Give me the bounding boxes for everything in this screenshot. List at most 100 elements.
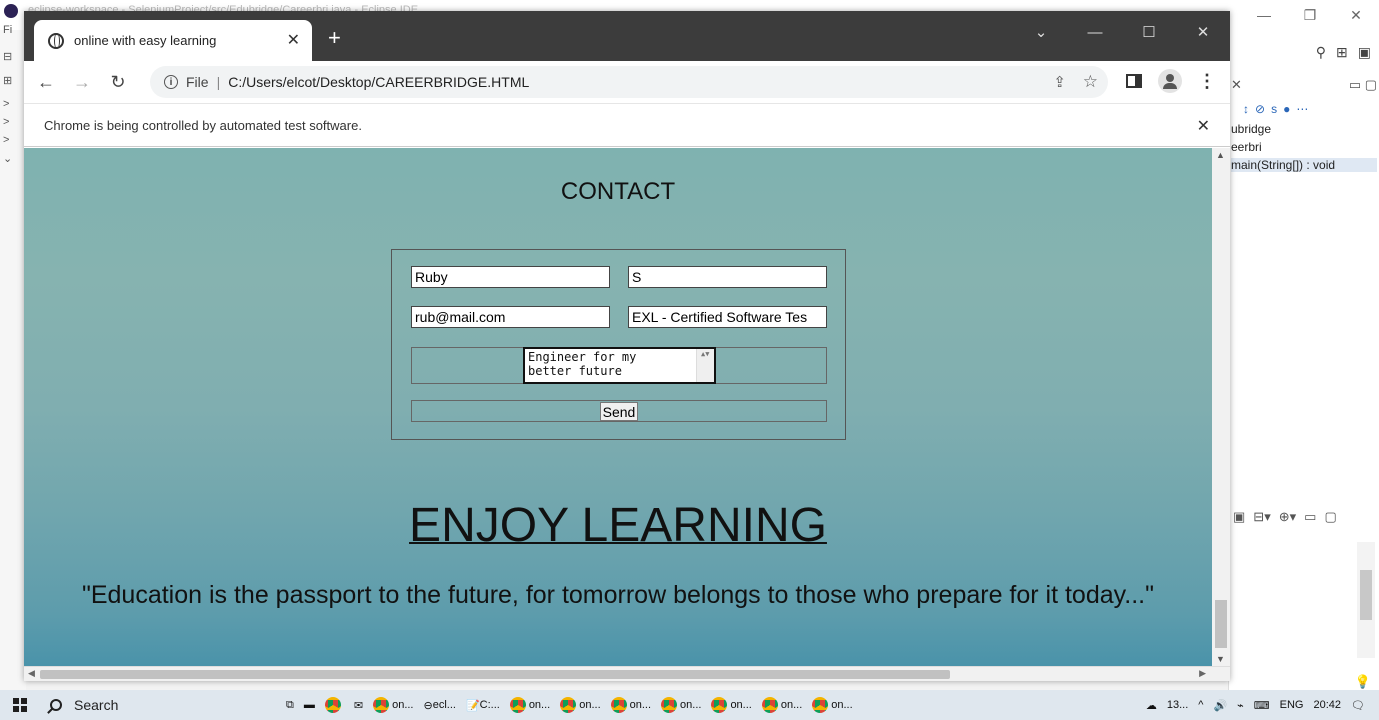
minimize-icon[interactable]: ▭	[1304, 509, 1316, 525]
taskbar-chrome-pinned[interactable]	[324, 690, 344, 720]
notepad-icon: 📝	[465, 699, 480, 712]
automation-infobar: Chrome is being controlled by automated …	[24, 103, 1230, 147]
kebab-menu-icon[interactable]: ⋮	[1198, 71, 1216, 92]
info-icon[interactable]: i	[164, 75, 178, 89]
maximize-icon[interactable]: ☐	[1122, 11, 1176, 53]
eclipse-maximize-icon[interactable]: ❐	[1287, 0, 1333, 30]
side-panel-icon[interactable]	[1126, 74, 1142, 88]
hide-nonpublic-icon[interactable]: ●	[1283, 102, 1290, 116]
eclipse-menu-file[interactable]: Fi	[3, 24, 12, 36]
windows-taskbar: Search ⧉ ▬ ✉ on... ⊖ ecl... 📝 C:... on... …	[0, 690, 1379, 720]
scrollbar-thumb[interactable]	[1215, 600, 1227, 648]
page-vertical-scrollbar[interactable]: ▲ ▼	[1212, 148, 1230, 666]
share-icon[interactable]: ⇪	[1053, 73, 1066, 91]
tray-chevron-icon[interactable]: ^	[1198, 699, 1203, 711]
taskbar-search[interactable]: Search	[40, 690, 240, 720]
close-icon[interactable]: ✕	[1231, 77, 1242, 93]
eclipse-view-icon[interactable]: ⊞	[3, 74, 12, 87]
infobar-close-icon[interactable]: ✕	[1197, 116, 1210, 136]
chrome-icon	[324, 697, 341, 713]
eclipse-minimize-icon[interactable]: —	[1241, 0, 1287, 30]
new-console-icon[interactable]: ⊕▾	[1279, 509, 1296, 525]
address-bar[interactable]: i File | C:/Users/elcot/Desktop/CAREERBR…	[150, 66, 1108, 98]
sort-icon[interactable]: ↕	[1243, 102, 1249, 116]
windows-logo-icon	[13, 698, 27, 712]
taskbar-app-notepad[interactable]: 📝 C:...	[466, 690, 500, 720]
scroll-right-icon[interactable]: ▶	[1199, 668, 1206, 679]
eclipse-toolbar-icon[interactable]: ⊟	[3, 50, 12, 63]
email-input[interactable]: rub@mail.com	[411, 306, 610, 328]
taskbar-app-label: on...	[780, 699, 803, 711]
console-icon[interactable]: ▣	[1233, 509, 1245, 525]
keyboard-icon[interactable]: ⌨	[1254, 699, 1270, 712]
message-textarea[interactable]: Engineer for my better future	[523, 347, 716, 384]
eclipse-tree-arrow[interactable]: >	[3, 116, 9, 128]
reload-icon[interactable]: ↻	[104, 72, 132, 93]
start-button[interactable]	[0, 690, 40, 720]
send-button[interactable]: Send	[600, 402, 638, 421]
eclipse-close-icon[interactable]: ✕	[1333, 0, 1379, 30]
close-icon[interactable]: ✕	[1176, 11, 1230, 53]
chrome-icon	[711, 697, 728, 713]
scrollbar-thumb[interactable]	[1360, 570, 1372, 620]
eclipse-tree-arrow[interactable]: ⌄	[3, 152, 12, 165]
language-indicator[interactable]: ENG	[1280, 699, 1304, 711]
taskbar-app-chrome[interactable]: on...	[711, 690, 752, 720]
scroll-left-icon[interactable]: ◀	[28, 668, 35, 679]
notifications-icon[interactable]: 🗨	[1351, 699, 1365, 712]
taskbar-app-chrome[interactable]: on...	[610, 690, 651, 720]
scrollbar-thumb[interactable]	[40, 670, 950, 679]
taskbar-app-chrome[interactable]: on...	[812, 690, 853, 720]
eclipse-tree-arrow[interactable]: >	[3, 98, 9, 110]
clock[interactable]: 20:42	[1314, 699, 1342, 711]
last-name-input[interactable]: S	[628, 266, 827, 288]
network-icon[interactable]: ⌁	[1237, 699, 1244, 712]
outline-item-main-method[interactable]: main(String[]) : void	[1231, 158, 1377, 172]
textarea-scrollbar[interactable]	[696, 349, 714, 382]
forward-arrow-icon[interactable]: →	[68, 72, 96, 93]
hide-fields-icon[interactable]: ⊘	[1255, 102, 1265, 116]
taskbar-app-chrome[interactable]: on...	[761, 690, 803, 720]
browser-tab[interactable]: online with easy learning ✕	[34, 20, 312, 61]
course-input[interactable]: EXL - Certified Software Tes	[628, 306, 827, 328]
taskbar-app-chrome[interactable]: on...	[509, 690, 550, 720]
perspective-icon[interactable]: ⊞	[1336, 44, 1348, 61]
outline-item-package[interactable]: ubridge	[1231, 122, 1271, 136]
new-tab-button[interactable]: +	[328, 27, 341, 49]
taskbar-app-label: on...	[831, 699, 853, 711]
first-name-input[interactable]: Ruby	[411, 266, 610, 288]
taskbar-app-chrome[interactable]: on...	[661, 690, 701, 720]
system-tray: ☁ 13... ^ 🔊 ⌁ ⌨ ENG 20:42 🗨	[1146, 690, 1379, 720]
outline-item-class[interactable]: eerbri	[1231, 140, 1262, 154]
file-explorer-icon[interactable]: ▬	[304, 690, 315, 720]
bookmark-star-icon[interactable]: ☆	[1083, 72, 1098, 92]
taskbar-app-label: on...	[730, 699, 752, 711]
chrome-icon	[560, 697, 577, 713]
task-view-icon[interactable]: ⧉	[286, 690, 294, 720]
java-perspective-icon[interactable]: ▣	[1358, 44, 1371, 61]
taskbar-app-chrome[interactable]: on...	[373, 690, 413, 720]
minimize-icon[interactable]: —	[1068, 11, 1122, 53]
hide-static-icon[interactable]: s	[1271, 102, 1277, 116]
taskbar-app-eclipse[interactable]: ⊖ ecl...	[423, 690, 455, 720]
minimize-maximize-icon[interactable]: ▭ ▢	[1349, 77, 1377, 93]
page-horizontal-scrollbar[interactable]: ◀ ▶	[24, 666, 1230, 681]
search-icon[interactable]: ⚲	[1316, 44, 1326, 61]
back-arrow-icon[interactable]: ←	[32, 72, 60, 93]
taskbar-mail-pinned[interactable]: ✉	[354, 690, 363, 720]
eclipse-tree-arrow[interactable]: >	[3, 134, 9, 146]
hide-local-types-icon[interactable]: ⋯	[1296, 102, 1308, 116]
maximize-icon[interactable]: ▢	[1324, 509, 1336, 525]
volume-icon[interactable]: 🔊	[1213, 699, 1227, 712]
profile-avatar-icon[interactable]	[1158, 69, 1182, 93]
eclipse-left-strip: Fi ⊟ ⊞ > > > ⌄	[0, 24, 26, 690]
tab-close-icon[interactable]: ✕	[287, 30, 300, 50]
scroll-down-icon[interactable]: ▼	[1216, 654, 1225, 664]
scroll-up-icon[interactable]: ▲	[1216, 150, 1225, 160]
console-scrollbar[interactable]	[1357, 542, 1375, 658]
taskbar-app-chrome[interactable]: on...	[560, 690, 601, 720]
weather-icon[interactable]: ☁	[1146, 699, 1157, 712]
tab-search-chevron-icon[interactable]: ⌄	[1014, 11, 1068, 53]
open-console-icon[interactable]: ⊟▾	[1253, 509, 1270, 525]
contact-form: Ruby S rub@mail.com EXL - Certified Soft…	[391, 249, 846, 440]
